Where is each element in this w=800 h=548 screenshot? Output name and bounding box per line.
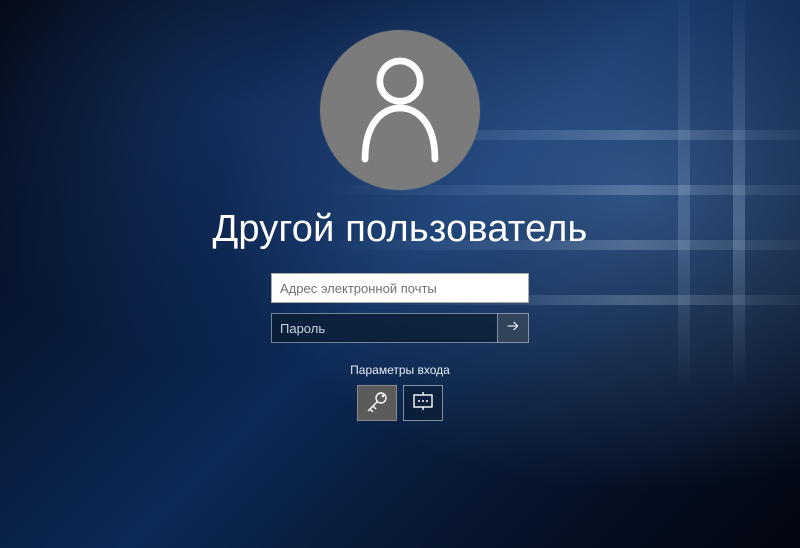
arrow-right-icon: [505, 318, 521, 339]
signin-option-password[interactable]: [357, 385, 397, 421]
password-field[interactable]: [271, 313, 497, 343]
user-icon: [357, 53, 443, 168]
pin-pad-icon: [411, 392, 435, 415]
signin-options: [357, 385, 443, 421]
submit-button[interactable]: [497, 313, 529, 343]
email-field[interactable]: [271, 273, 529, 303]
signin-options-label: Параметры входа: [350, 363, 450, 377]
login-screen: Другой пользователь Параметры входа: [0, 0, 800, 548]
avatar: [320, 30, 480, 190]
signin-option-pin[interactable]: [403, 385, 443, 421]
page-title: Другой пользователь: [212, 208, 587, 251]
login-fields: [271, 273, 529, 343]
password-row: [271, 313, 529, 343]
key-icon: [365, 390, 389, 417]
email-row: [271, 273, 529, 303]
